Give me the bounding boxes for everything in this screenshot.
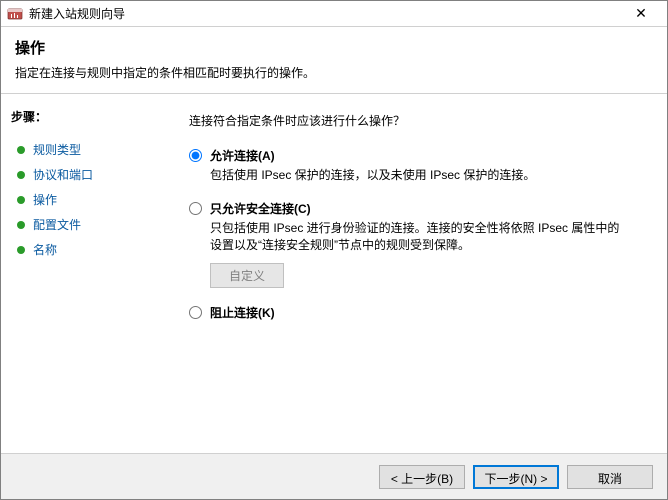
- wizard-content: 连接符合指定条件时应该进行什么操作？ 允许连接(A) 包括使用 IPsec 保护…: [171, 94, 667, 453]
- step-profile[interactable]: 配置文件: [11, 212, 161, 237]
- bullet-icon: [17, 246, 25, 254]
- steps-label: 步骤：: [11, 108, 161, 125]
- radio-allow-label[interactable]: 允许连接(A): [210, 147, 275, 164]
- action-question: 连接符合指定条件时应该进行什么操作？: [189, 112, 647, 129]
- step-label: 操作: [33, 191, 57, 208]
- next-button[interactable]: 下一步(N) >: [473, 465, 559, 489]
- radio-allow[interactable]: [189, 149, 202, 162]
- radio-block[interactable]: [189, 306, 202, 319]
- step-label: 规则类型: [33, 141, 81, 158]
- option-allow: 允许连接(A) 包括使用 IPsec 保护的连接，以及未使用 IPsec 保护的…: [189, 147, 647, 184]
- step-rule-type[interactable]: 规则类型: [11, 137, 161, 162]
- step-label: 名称: [33, 241, 57, 258]
- customize-button: 自定义: [210, 263, 284, 288]
- bullet-icon: [17, 171, 25, 179]
- wizard-window: 新建入站规则向导 ✕ 操作 指定在连接与规则中指定的条件相匹配时要执行的操作。 …: [0, 0, 668, 500]
- radio-block-label[interactable]: 阻止连接(K): [210, 304, 275, 321]
- titlebar: 新建入站规则向导 ✕: [1, 1, 667, 27]
- bullet-icon: [17, 221, 25, 229]
- cancel-button[interactable]: 取消: [567, 465, 653, 489]
- wizard-header: 操作 指定在连接与规则中指定的条件相匹配时要执行的操作。: [1, 27, 667, 94]
- step-action[interactable]: 操作: [11, 187, 161, 212]
- page-heading: 操作: [15, 37, 653, 58]
- radio-secure-label[interactable]: 只允许安全连接(C): [210, 200, 311, 217]
- step-protocol-port[interactable]: 协议和端口: [11, 162, 161, 187]
- page-subheading: 指定在连接与规则中指定的条件相匹配时要执行的操作。: [15, 64, 653, 81]
- wizard-footer: < 上一步(B) 下一步(N) > 取消: [1, 453, 667, 499]
- wizard-body: 步骤： 规则类型 协议和端口 操作 配置文件: [1, 94, 667, 453]
- bullet-icon: [17, 196, 25, 204]
- window-title: 新建入站规则向导: [29, 5, 621, 22]
- option-secure-desc: 只包括使用 IPsec 进行身份验证的连接。连接的安全性将依照 IPsec 属性…: [210, 220, 630, 254]
- option-allow-desc: 包括使用 IPsec 保护的连接，以及未使用 IPsec 保护的连接。: [210, 167, 630, 184]
- steps-sidebar: 步骤： 规则类型 协议和端口 操作 配置文件: [1, 94, 171, 453]
- radio-secure[interactable]: [189, 202, 202, 215]
- option-secure: 只允许安全连接(C) 只包括使用 IPsec 进行身份验证的连接。连接的安全性将…: [189, 200, 647, 289]
- app-icon: [7, 6, 23, 22]
- option-block: 阻止连接(K): [189, 304, 647, 321]
- step-label: 协议和端口: [33, 166, 93, 183]
- close-button[interactable]: ✕: [621, 2, 661, 26]
- step-name[interactable]: 名称: [11, 237, 161, 262]
- back-button[interactable]: < 上一步(B): [379, 465, 465, 489]
- bullet-icon: [17, 146, 25, 154]
- step-label: 配置文件: [33, 216, 81, 233]
